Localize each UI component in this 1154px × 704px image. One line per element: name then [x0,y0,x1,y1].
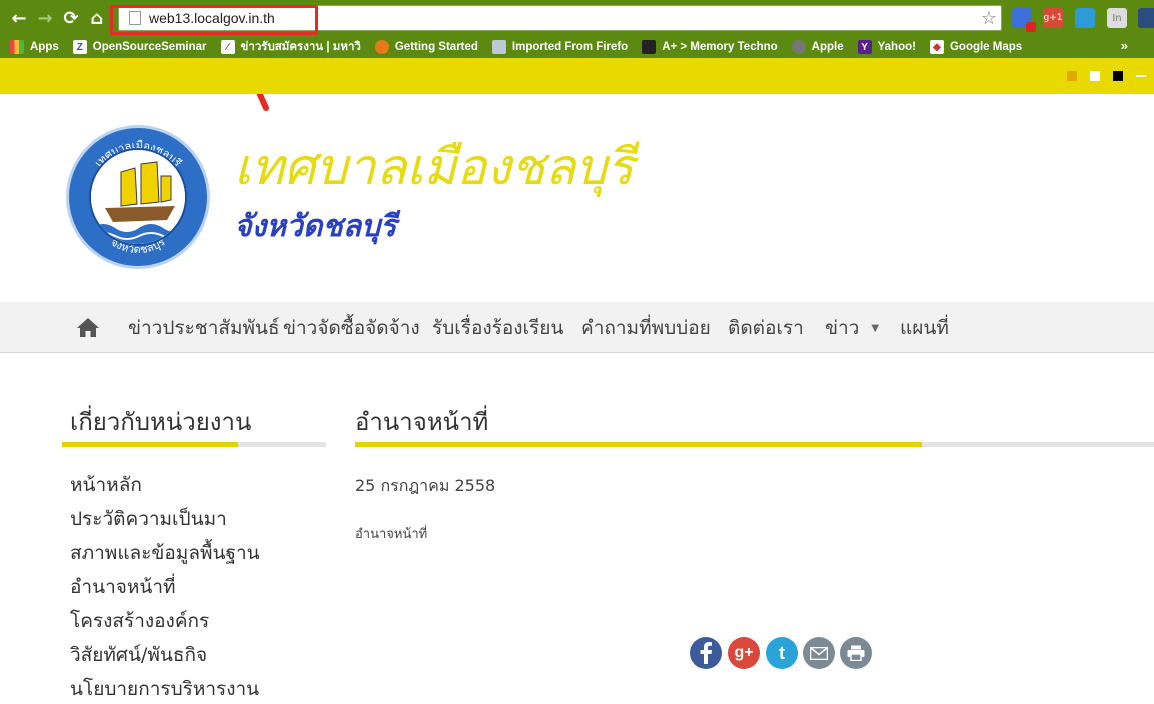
sidebar-link-home[interactable]: หน้าหลัก [70,470,142,500]
page-icon: ∕ [220,40,235,54]
bookmark-jobs[interactable]: ∕ ข่าวรับสมัครงาน | มหาวิ [220,38,361,56]
menu-item-procurement[interactable]: ข่าวจัดซื้อจัดจ้าง [283,313,420,343]
bookmark-yahoo[interactable]: Y Yahoo! [857,40,916,54]
bookmark-memory-techno[interactable]: A+ > Memory Techno [642,40,778,54]
yahoo-icon: Y [857,40,872,54]
bookmark-label: Imported From Firefo [511,41,629,53]
home-icon[interactable] [76,315,100,339]
extension-icon[interactable] [1012,8,1036,32]
bookmark-label: OpenSourceSeminar [92,41,207,53]
menu-item-complaints[interactable]: รับเรื่องร้องเรียน [432,313,563,343]
sidebar-divider-accent [62,442,238,447]
facebook-glyph [700,642,712,664]
post-date: 25 กรกฎาคม 2558 [355,476,496,495]
menu-item-faq[interactable]: คำถามที่พบบ่อย [581,313,711,343]
menu-item-news[interactable]: ข่าวประชาสัมพันธ์ [128,313,280,343]
menu-item-map[interactable]: แผนที่ [900,313,949,343]
sidebar-link-history[interactable]: ประวัติความเป็นมา [70,504,227,534]
accessibility-bar [0,58,1154,94]
caret-down-icon: ▼ [871,323,880,334]
ship-icon [91,150,185,244]
forward-arrow-icon[interactable]: → [32,4,58,32]
printer-glyph [847,645,865,661]
site-title: เทศบาลเมืองชลบุรี [234,138,634,196]
print-icon[interactable] [840,637,872,669]
main-menu: ข่าวประชาสัมพันธ์ ข่าวจัดซื้อจัดจ้าง รับ… [0,302,1154,353]
content-divider-accent [355,442,922,447]
menu-item-label: ข่าว [825,317,860,339]
firefox-icon [374,40,389,54]
sidebar-link-basic-info[interactable]: สภาพและข้อมูลพื้นฐาน [70,538,260,568]
z-icon: Z [72,40,87,54]
bookmarks-bar: Apps Z OpenSourceSeminar ∕ ข่าวรับสมัครง… [0,36,1154,58]
google-plus-one-icon[interactable]: g+1 [1043,8,1063,28]
theme-swatch-white[interactable] [1090,71,1100,81]
bookmark-apple[interactable]: Apple [791,40,844,54]
bookmark-label: Google Maps [949,41,1023,53]
bookmark-label: Apps [30,41,59,53]
sidebar-link-duties[interactable]: อำนาจหน้าที่ [70,572,176,602]
twitter-icon[interactable]: t [766,637,798,669]
sidebar-link-vision[interactable]: วิสัยทัศน์/พันธกิจ [70,640,207,670]
envelope-glyph [810,646,828,660]
extension-icon[interactable] [1075,8,1095,28]
ship-emblem [89,148,187,246]
page-title: อำนาจหน้าที่ [355,408,489,436]
font-size-minus-icon[interactable] [1136,75,1146,77]
sidebar-link-policy[interactable]: นโยบายการบริหารงาน [70,674,259,704]
bookmark-apps[interactable]: Apps [10,40,59,54]
chip-icon [642,40,657,54]
site-subtitle: จังหวัดชลบุรี [234,209,397,244]
facebook-icon[interactable] [690,637,722,669]
sidebar-link-structure[interactable]: โครงสร้างองค์กร [70,606,209,636]
bookmark-getting-started[interactable]: Getting Started [374,40,478,54]
bookmark-label: Getting Started [394,41,478,53]
home-icon[interactable]: ⌂ [84,4,110,32]
url-highlight-box [110,5,318,35]
municipality-logo[interactable]: เทศบาลเมืองชลบุรี จังหวัดชลบุรี [66,125,210,269]
menu-item-news-dropdown[interactable]: ข่าว ▼ [825,313,879,343]
theme-swatch-gold[interactable] [1067,71,1077,81]
bookmark-opensourceseminar[interactable]: Z OpenSourceSeminar [72,40,207,54]
folder-icon [491,40,506,54]
bookmark-label: ข่าวรับสมัครงาน | มหาวิ [240,41,361,53]
sidebar-title: เกี่ยวกับหน่วยงาน [70,408,252,436]
bookmark-imported-folder[interactable]: Imported From Firefo [491,40,629,54]
reload-icon[interactable]: ⟳ [58,4,84,32]
extension-icon[interactable] [1138,8,1154,28]
bookmarks-overflow-icon[interactable]: » [1121,38,1128,53]
post-body: อำนาจหน้าที่ [355,527,428,542]
apple-icon [791,40,806,54]
bookmark-google-maps[interactable]: ◆ Google Maps [929,40,1023,54]
bookmark-label: A+ > Memory Techno [662,41,778,53]
back-arrow-icon[interactable]: ← [6,4,32,32]
apps-grid-icon [10,40,24,54]
menu-item-contact[interactable]: ติดต่อเรา [728,313,804,343]
bookmark-label: Yahoo! [877,41,916,53]
maps-icon: ◆ [929,40,944,54]
bookmark-label: Apple [811,41,844,53]
email-icon[interactable] [803,637,835,669]
linkedin-extension-icon[interactable]: In [1107,8,1127,28]
google-plus-icon[interactable]: g+ [728,637,760,669]
bookmark-star-icon[interactable]: ☆ [981,8,997,29]
theme-swatch-black[interactable] [1113,71,1123,81]
